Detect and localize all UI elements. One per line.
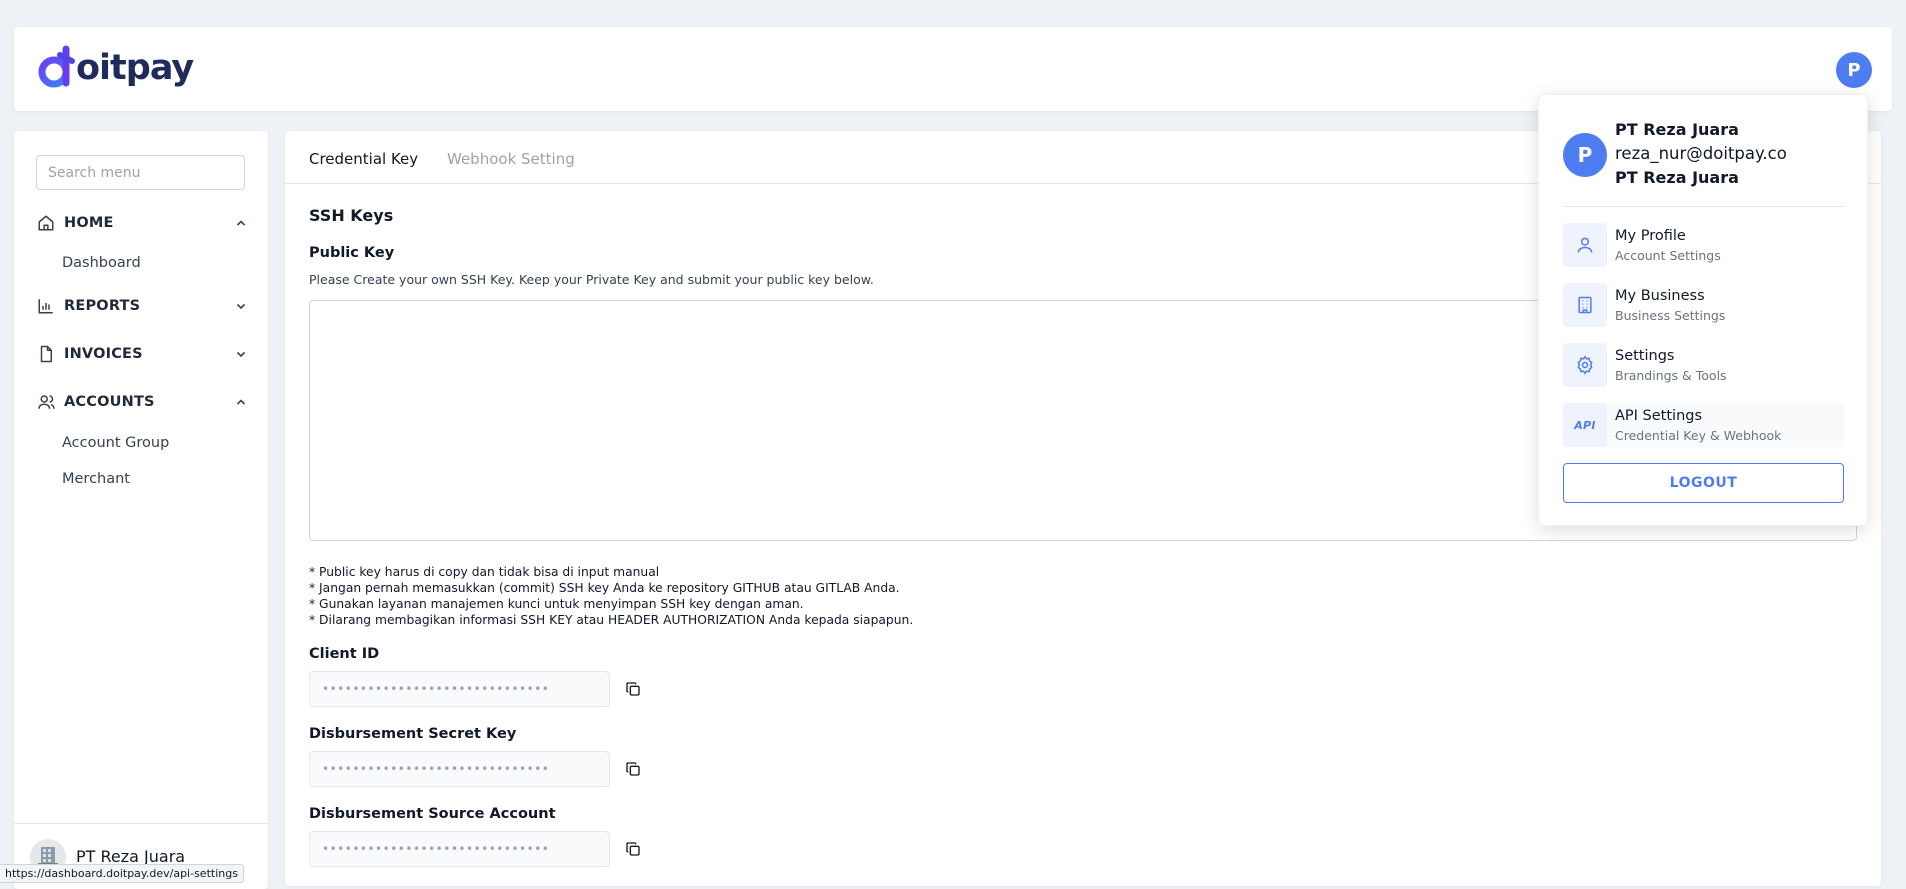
dropdown-company-name: PT Reza Juara bbox=[1615, 168, 1739, 187]
chevron-up-icon bbox=[234, 216, 248, 230]
user-avatar-button[interactable]: P bbox=[1836, 52, 1872, 88]
building-icon bbox=[1563, 283, 1607, 327]
menu-item-title: My Business bbox=[1615, 287, 1705, 304]
client-id-label: Client ID bbox=[309, 646, 380, 662]
doitpay-logo[interactable]: oitpay bbox=[36, 45, 194, 91]
sidebar-group-label: ACCOUNTS bbox=[64, 394, 155, 410]
dropdown-user-email: reza_nur@doitpay.co bbox=[1615, 144, 1787, 163]
sidebar-group-accounts[interactable]: ACCOUNTS bbox=[36, 390, 248, 414]
sidebar-group-reports[interactable]: REPORTS bbox=[36, 294, 248, 318]
menu-item-settings[interactable]: Settings Brandings & Tools bbox=[1563, 343, 1844, 387]
sidebar-group-home[interactable]: HOME bbox=[36, 211, 248, 235]
disbursement-source-account-field[interactable]: •••••••••••••••••••••••••••••• bbox=[309, 831, 610, 867]
disbursement-source-account-row: •••••••••••••••••••••••••••••• bbox=[309, 831, 642, 867]
gear-icon bbox=[1563, 343, 1607, 387]
dropdown-avatar: P bbox=[1563, 133, 1607, 177]
users-icon bbox=[36, 392, 56, 412]
user-dropdown-menu: P PT Reza Juara reza_nur@doitpay.co PT R… bbox=[1538, 94, 1868, 526]
logout-button[interactable]: LOGOUT bbox=[1563, 463, 1844, 503]
tab-webhook-setting[interactable]: Webhook Setting bbox=[447, 150, 575, 168]
home-icon bbox=[36, 213, 56, 233]
sidebar-item-dashboard[interactable]: Dashboard bbox=[62, 255, 141, 271]
document-icon bbox=[36, 344, 56, 364]
menu-item-title: My Profile bbox=[1615, 227, 1686, 244]
divider bbox=[1563, 206, 1845, 207]
chevron-down-icon bbox=[234, 299, 248, 313]
public-key-hint: Please Create your own SSH Key. Keep you… bbox=[309, 272, 874, 287]
logo-text: oitpay bbox=[76, 48, 194, 88]
note-line: * Dilarang membagikan informasi SSH KEY … bbox=[309, 613, 914, 627]
copy-icon[interactable] bbox=[624, 680, 642, 698]
public-key-label: Public Key bbox=[309, 245, 395, 261]
api-icon-text: API bbox=[1574, 418, 1596, 432]
section-title: SSH Keys bbox=[309, 206, 394, 225]
user-icon bbox=[1563, 223, 1607, 267]
status-bar-url: https://dashboard.doitpay.dev/api-settin… bbox=[0, 864, 244, 883]
bar-chart-icon bbox=[36, 296, 56, 316]
menu-item-my-business[interactable]: My Business Business Settings bbox=[1563, 283, 1844, 327]
client-id-row: •••••••••••••••••••••••••••••• bbox=[309, 671, 642, 707]
sidebar-group-label: INVOICES bbox=[64, 346, 143, 362]
sidebar-item-merchant[interactable]: Merchant bbox=[62, 471, 130, 487]
note-line: * Jangan pernah memasukkan (commit) SSH … bbox=[309, 581, 900, 595]
chevron-down-icon bbox=[234, 347, 248, 361]
disbursement-secret-key-label: Disbursement Secret Key bbox=[309, 726, 517, 742]
menu-item-title: API Settings bbox=[1615, 407, 1703, 424]
menu-item-subtitle: Credential Key & Webhook bbox=[1615, 427, 1782, 443]
copy-icon[interactable] bbox=[624, 760, 642, 778]
disbursement-secret-key-field[interactable]: •••••••••••••••••••••••••••••• bbox=[309, 751, 610, 787]
search-menu-input[interactable] bbox=[36, 155, 245, 190]
menu-item-subtitle: Brandings & Tools bbox=[1615, 367, 1727, 383]
note-line: * Gunakan layanan manajemen kunci untuk … bbox=[309, 597, 804, 611]
menu-item-my-profile[interactable]: My Profile Account Settings bbox=[1563, 223, 1844, 267]
chevron-up-icon bbox=[234, 395, 248, 409]
sidebar: HOME Dashboard REPORTS INVOICES ACCOUNTS bbox=[14, 131, 268, 889]
logo-mark-icon bbox=[38, 45, 75, 88]
disbursement-source-account-label: Disbursement Source Account bbox=[309, 806, 556, 822]
menu-item-title: Settings bbox=[1615, 347, 1675, 364]
menu-item-subtitle: Business Settings bbox=[1615, 307, 1726, 323]
dropdown-user-name: PT Reza Juara bbox=[1615, 120, 1739, 139]
copy-icon[interactable] bbox=[624, 840, 642, 858]
tab-credential-key[interactable]: Credential Key bbox=[309, 150, 418, 168]
api-icon: API bbox=[1563, 403, 1607, 447]
sidebar-item-account-group[interactable]: Account Group bbox=[62, 435, 169, 451]
note-line: * Public key harus di copy dan tidak bis… bbox=[309, 565, 660, 579]
menu-item-api-settings[interactable]: API API Settings Credential Key & Webhoo… bbox=[1563, 403, 1844, 447]
sidebar-group-label: REPORTS bbox=[64, 298, 141, 314]
disbursement-secret-key-row: •••••••••••••••••••••••••••••• bbox=[309, 751, 642, 787]
sidebar-group-label: HOME bbox=[64, 215, 114, 231]
sidebar-group-invoices[interactable]: INVOICES bbox=[36, 342, 248, 366]
menu-item-subtitle: Account Settings bbox=[1615, 247, 1721, 263]
security-notes: * Public key harus di copy dan tidak bis… bbox=[309, 564, 913, 628]
client-id-field[interactable]: •••••••••••••••••••••••••••••• bbox=[309, 671, 610, 707]
